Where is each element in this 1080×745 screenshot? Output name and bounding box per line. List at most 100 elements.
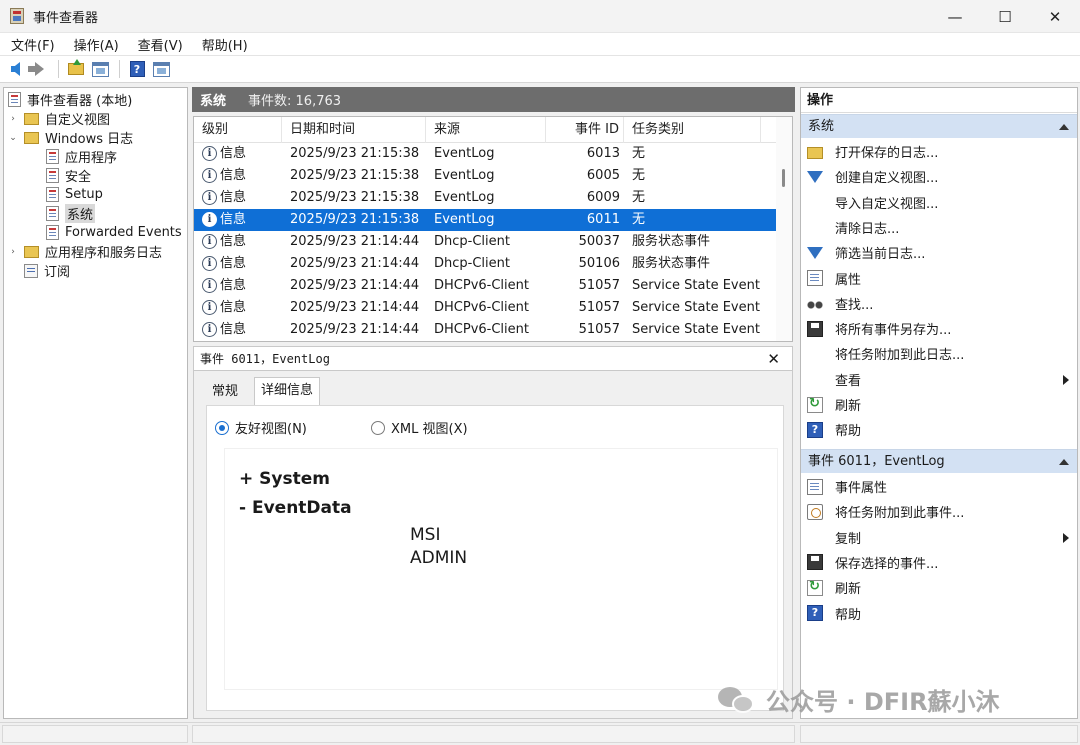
event-row[interactable]: i 信息 2025/9/23 21:15:38 EventLog 6009 无 [194,187,778,209]
collapse-up-icon[interactable] [1059,124,1069,130]
column-task-category[interactable]: 任务类别 [624,117,761,143]
cell-datetime: 2025/9/23 21:15:38 [290,190,420,205]
xml-view-radio[interactable]: XML 视图(X) [371,418,468,437]
tree-item-app-service-logs[interactable]: › 应用程序和服务日志 [8,242,162,261]
column-event-id[interactable]: 事件 ID [546,117,624,143]
menu-file[interactable]: 文件(F) [3,35,63,54]
friendly-view-radio[interactable]: 友好视图(N) [215,418,307,437]
minimize-button[interactable]: — [930,0,980,33]
forward-button[interactable] [27,58,50,80]
collapse-up-icon[interactable] [1059,459,1069,465]
scrollbar-thumb[interactable] [782,169,785,187]
eventdata-node[interactable]: - EventData [239,498,352,518]
info-level-icon: i [202,234,217,249]
action-group1_items-0[interactable]: 打开保存的日志... [801,139,1077,164]
log-title: 系统 [200,94,227,109]
forward-icon [27,62,44,76]
actions-title: 操作 [801,88,1077,113]
action-group1_items-11[interactable]: ? 帮助 [801,417,1077,442]
action-group1_items-2[interactable]: 导入自定义视图... [801,190,1077,215]
actions-group-system[interactable]: 系统 [801,114,1077,138]
action-label: 将所有事件另存为... [835,323,952,339]
cell-source: Dhcp-Client [434,256,510,271]
action-label: 刷新 [835,399,862,414]
action-group2_items-3[interactable]: 保存选择的事件... [801,550,1077,575]
cell-task-category: 服务状态事件 [632,256,711,271]
action-label: 复制 [835,531,862,547]
show-hide-action-pane-button[interactable] [150,58,172,80]
action-group2_items-2[interactable]: 复制 [801,525,1077,550]
action-group2_items-1[interactable]: 将任务附加到此事件... [801,499,1077,524]
tree-item-security[interactable]: 安全 [46,166,91,185]
tree-item-subscriptions[interactable]: 订阅 [24,261,70,280]
tree-item-setup[interactable]: Setup [46,185,103,204]
event-row[interactable]: i 信息 2025/9/23 21:14:44 Dhcp-Client 50106 服务状… [194,253,778,275]
help-button[interactable]: ? [126,58,148,80]
chevron-right-icon[interactable]: › [8,114,18,124]
action-group1_items-3[interactable]: 清除日志... [801,215,1077,240]
action-group2_items-4[interactable]: 刷新 [801,575,1077,600]
tree-item-forwarded-events[interactable]: Forwarded Events [46,223,182,242]
action-label: 事件属性 [835,481,888,496]
maximize-button[interactable]: ☐ [980,0,1030,33]
action-group1_items-4[interactable]: 筛选当前日志... [801,240,1077,265]
tab-general[interactable]: 常规 [206,379,244,405]
back-button[interactable] [4,58,26,80]
event-row[interactable]: i 信息 2025/9/23 21:14:44 DHCPv6-Client 51057 S… [194,319,778,341]
cell-datetime: 2025/9/23 21:15:38 [290,212,420,227]
refresh-icon [807,579,823,596]
log-icon [46,225,59,240]
cell-task-category: Service State Event [632,322,760,337]
event-row[interactable]: i 信息 2025/9/23 21:15:38 EventLog 6011 无 [194,209,778,231]
action-group1_items-5[interactable]: 属性 [801,266,1077,291]
event-row[interactable]: i 信息 2025/9/23 21:14:44 Dhcp-Client 50037 服务状… [194,231,778,253]
action-group1_items-10[interactable]: 刷新 [801,392,1077,417]
chevron-down-icon[interactable]: ⌄ [8,133,18,143]
action-group1_items-9[interactable]: 查看 [801,367,1077,392]
window-controls: — ☐ ✕ [930,0,1080,33]
radio-label: XML 视图(X) [391,422,468,437]
cell-task-category: 无 [632,190,646,205]
cell-event-id: 50106 [578,256,620,271]
column-level[interactable]: 级别 [194,117,282,143]
tree-item-windows-logs[interactable]: ⌄ Windows 日志 [8,128,133,147]
action-group1_items-1[interactable]: 创建自定义视图... [801,164,1077,189]
watermark: 公众号 · DFIR蘇小沐 [718,682,1000,717]
tree-item-system[interactable]: 系统 [46,204,96,223]
tab-details[interactable]: 详细信息 [254,377,321,406]
tree-item-root[interactable]: 事件查看器 (本地) [8,90,132,109]
close-detail-button[interactable]: ✕ [767,350,780,368]
menu-view[interactable]: 查看(V) [130,35,191,54]
system-node[interactable]: + System [239,469,330,489]
close-window-button[interactable]: ✕ [1030,0,1080,33]
tree-item-label: 应用程序和服务日志 [45,246,163,261]
vertical-scrollbar[interactable] [776,117,792,341]
cell-task-category: Service State Event [632,300,760,315]
cell-source: EventLog [434,146,495,161]
actions-group-event[interactable]: 事件 6011，EventLog [801,449,1077,473]
cell-level: 信息 [220,300,247,315]
tree-item-application[interactable]: 应用程序 [46,147,117,166]
column-datetime[interactable]: 日期和时间 [282,117,426,143]
action-group1_items-7[interactable]: 将所有事件另存为... [801,316,1077,341]
event-row[interactable]: i 信息 2025/9/23 21:15:38 EventLog 6013 无 [194,143,778,165]
properties-icon [807,478,823,495]
chevron-right-icon[interactable]: › [8,247,18,257]
up-one-level-button[interactable] [65,58,87,80]
action-group2_items-0[interactable]: 事件属性 [801,474,1077,499]
action-group1_items-6[interactable]: 查找... [801,291,1077,316]
action-group2_items-5[interactable]: ? 帮助 [801,601,1077,626]
cell-datetime: 2025/9/23 21:14:44 [290,256,420,271]
event-row[interactable]: i 信息 2025/9/23 21:14:44 DHCPv6-Client 51057 S… [194,297,778,319]
tree-item-custom-views[interactable]: › 自定义视图 [8,109,110,128]
menu-action[interactable]: 操作(A) [66,35,127,54]
event-row[interactable]: i 信息 2025/9/23 21:15:38 EventLog 6005 无 [194,165,778,187]
event-list[interactable]: 级别 日期和时间 来源 事件 ID 任务类别 i 信息 2025/9/23 21:1… [193,116,793,342]
action-pane-icon [152,61,170,77]
column-source[interactable]: 来源 [426,117,546,143]
event-row[interactable]: i 信息 2025/9/23 21:14:44 DHCPv6-Client 51057 S… [194,275,778,297]
menu-help[interactable]: 帮助(H) [194,35,256,54]
action-group1_items-8[interactable]: 将任务附加到此日志... [801,341,1077,366]
status-bar [0,722,1080,745]
show-hide-console-tree-button[interactable] [89,58,111,80]
